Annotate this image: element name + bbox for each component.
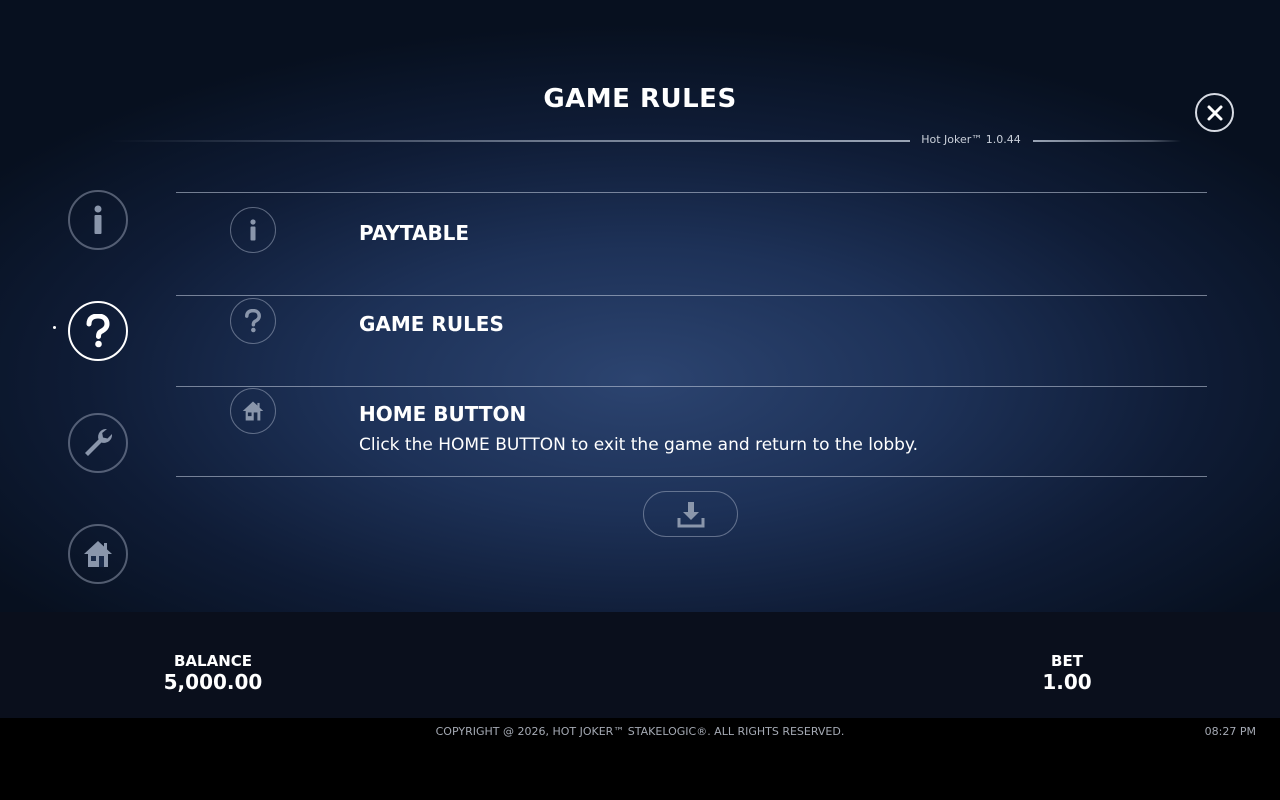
status-bar: BALANCE 5,000.00 BET 1.00 [0,612,1280,718]
game-version: Hot Joker™ 1.0.44 [921,133,1021,146]
download-icon [677,502,704,528]
balance-label: BALANCE [173,652,253,670]
question-icon [245,309,261,333]
balance-display: BALANCE 5,000.00 [163,652,263,694]
section-divider [176,476,1207,477]
info-icon [250,219,256,241]
bet-value: 1.00 [1042,670,1092,694]
active-indicator [53,326,56,329]
home-icon [242,401,264,421]
bet-label: BET [1051,652,1083,670]
sidebar-item-home[interactable] [68,524,128,584]
section-divider [176,192,1207,193]
section-divider [176,295,1207,296]
section-heading-home-button: HOME BUTTON [359,402,527,426]
section-heading-paytable: PAYTABLE [359,221,470,245]
game-rules-screen: GAME RULES Hot Joker™ 1.0.44 PAYTABLE GA… [0,0,1280,800]
wrench-icon [85,428,113,456]
download-button[interactable] [643,491,738,537]
section-heading-game-rules: GAME RULES [359,312,504,336]
section-icon-home [230,388,276,434]
copyright-text: COPYRIGHT @ 2026, HOT JOKER™ STAKELOGIC®… [435,725,845,738]
close-button[interactable] [1195,93,1234,132]
question-icon [86,314,110,348]
rules-panel: GAME RULES Hot Joker™ 1.0.44 PAYTABLE GA… [0,0,1280,612]
page-title: GAME RULES [543,84,737,114]
sidebar-item-paytable[interactable] [68,190,128,250]
balance-value: 5,000.00 [163,670,263,694]
title-divider-left [110,140,910,142]
home-icon [84,541,112,567]
sidebar-item-settings[interactable] [68,413,128,473]
title-divider-right [1033,140,1181,142]
close-icon [1207,105,1222,120]
clock: 08:27 PM [1204,725,1256,738]
section-description-home-button: Click the HOME BUTTON to exit the game a… [359,435,918,455]
sidebar-item-game-rules[interactable] [68,301,128,361]
info-icon [94,205,102,234]
section-icon-game-rules [230,298,276,344]
bet-display: BET 1.00 [1027,652,1107,694]
section-divider [176,386,1207,387]
footer: COPYRIGHT @ 2026, HOT JOKER™ STAKELOGIC®… [0,718,1280,800]
section-icon-paytable [230,207,276,253]
